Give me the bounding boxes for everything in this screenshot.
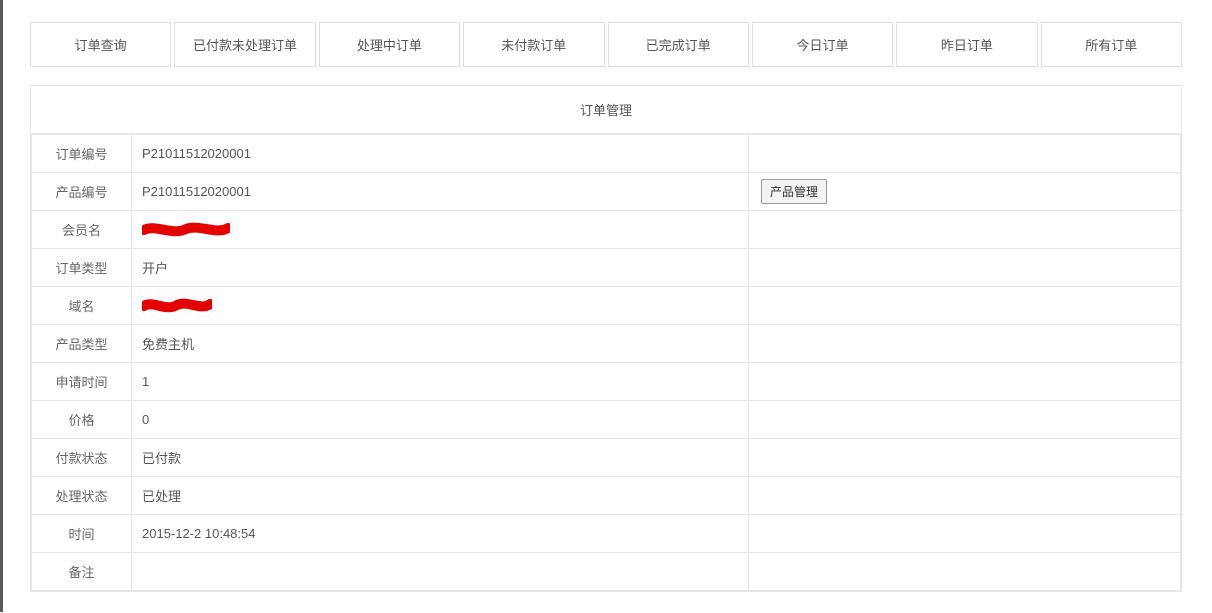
detail-action-cell <box>749 211 1181 249</box>
detail-label: 产品编号 <box>32 173 132 211</box>
detail-label: 处理状态 <box>32 477 132 515</box>
detail-label: 价格 <box>32 401 132 439</box>
detail-action-cell <box>749 287 1181 325</box>
detail-label: 备注 <box>32 553 132 591</box>
detail-action-cell <box>749 363 1181 401</box>
detail-action-cell: 产品管理 <box>749 173 1181 211</box>
tab-order-query[interactable]: 订单查询 <box>30 22 171 67</box>
tab-paid-unprocessed[interactable]: 已付款未处理订单 <box>174 22 315 67</box>
detail-label: 产品类型 <box>32 325 132 363</box>
detail-row: 处理状态已处理 <box>32 477 1181 515</box>
detail-row: 备注 <box>32 553 1181 591</box>
detail-action-cell <box>749 477 1181 515</box>
detail-row: 申请时间1 <box>32 363 1181 401</box>
detail-value: 2015-12-2 10:48:54 <box>132 515 749 553</box>
detail-label: 域名 <box>32 287 132 325</box>
detail-value <box>132 211 749 249</box>
detail-value <box>132 287 749 325</box>
tab-unpaid[interactable]: 未付款订单 <box>463 22 604 67</box>
tab-today[interactable]: 今日订单 <box>752 22 893 67</box>
order-detail-table: 订单编号P21011512020001产品编号P21011512020001产品… <box>31 134 1181 591</box>
tabs-bar: 订单查询 已付款未处理订单 处理中订单 未付款订单 已完成订单 今日订单 昨日订… <box>30 22 1182 67</box>
detail-action-cell <box>749 439 1181 477</box>
detail-row: 付款状态已付款 <box>32 439 1181 477</box>
detail-value: 开户 <box>132 249 749 287</box>
detail-row: 会员名 <box>32 211 1181 249</box>
detail-label: 订单编号 <box>32 135 132 173</box>
detail-action-cell <box>749 553 1181 591</box>
tab-all[interactable]: 所有订单 <box>1041 22 1182 67</box>
detail-label: 付款状态 <box>32 439 132 477</box>
order-panel: 订单管理 订单编号P21011512020001产品编号P21011512020… <box>30 85 1182 592</box>
detail-row: 产品类型免费主机 <box>32 325 1181 363</box>
detail-row: 订单类型开户 <box>32 249 1181 287</box>
detail-value: 已付款 <box>132 439 749 477</box>
detail-value <box>132 553 749 591</box>
detail-label: 订单类型 <box>32 249 132 287</box>
detail-value: 1 <box>132 363 749 401</box>
detail-row: 价格0 <box>32 401 1181 439</box>
detail-action-cell <box>749 249 1181 287</box>
redacted-value <box>142 222 230 238</box>
detail-action-cell <box>749 135 1181 173</box>
detail-action-cell <box>749 401 1181 439</box>
detail-row: 域名 <box>32 287 1181 325</box>
detail-value: 已处理 <box>132 477 749 515</box>
detail-value: P21011512020001 <box>132 135 749 173</box>
panel-title: 订单管理 <box>31 86 1181 134</box>
tab-completed[interactable]: 已完成订单 <box>608 22 749 67</box>
detail-label: 时间 <box>32 515 132 553</box>
redacted-value <box>142 298 212 314</box>
detail-row: 产品编号P21011512020001 产品管理 <box>32 173 1181 211</box>
detail-value: 0 <box>132 401 749 439</box>
detail-row: 订单编号P21011512020001 <box>32 135 1181 173</box>
detail-value: 免费主机 <box>132 325 749 363</box>
detail-value: P21011512020001 <box>132 173 749 211</box>
tab-yesterday[interactable]: 昨日订单 <box>896 22 1037 67</box>
tab-processing[interactable]: 处理中订单 <box>319 22 460 67</box>
product-manage-button[interactable]: 产品管理 <box>761 179 827 204</box>
detail-action-cell <box>749 515 1181 553</box>
detail-label: 会员名 <box>32 211 132 249</box>
detail-row: 时间2015-12-2 10:48:54 <box>32 515 1181 553</box>
detail-action-cell <box>749 325 1181 363</box>
detail-label: 申请时间 <box>32 363 132 401</box>
